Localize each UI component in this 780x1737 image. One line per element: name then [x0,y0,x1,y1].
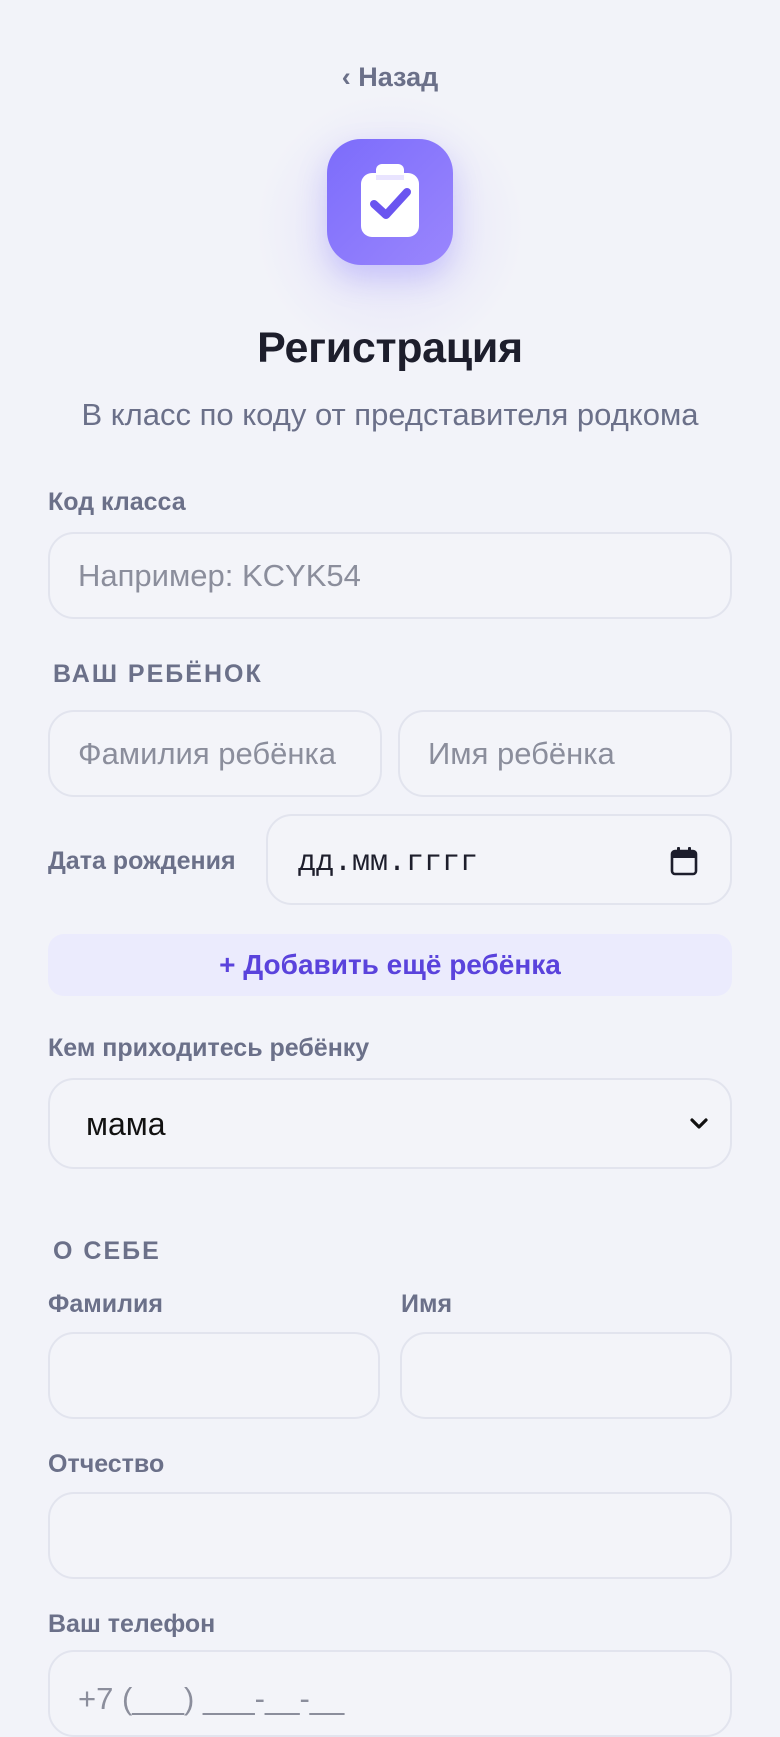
calendar-icon[interactable] [670,846,698,876]
class-code-label: Код класса [48,488,186,516]
last-name-label: Фамилия [48,1290,163,1318]
relation-select[interactable]: мама [48,1078,732,1169]
phone-input[interactable] [48,1650,732,1737]
birth-date-label: Дата рождения [48,847,236,875]
page-title: Регистрация [257,324,523,372]
add-child-button[interactable]: + Добавить ещё ребёнка [48,934,732,996]
phone-label: Ваш телефон [48,1610,216,1638]
class-code-input[interactable] [48,532,732,619]
birth-date-input[interactable]: дд.мм.гггг [266,814,732,905]
first-name-label: Имя [401,1290,453,1318]
birth-date-value: дд.мм.гггг [298,846,479,880]
about-section-heading: О СЕБЕ [53,1237,161,1265]
app-logo [327,139,453,265]
relation-selected-value: мама [86,1106,166,1142]
child-section-heading: ВАШ РЕБЁНОК [53,660,263,688]
back-link[interactable]: ‹ Назад [48,62,732,93]
last-name-input[interactable] [48,1332,380,1419]
chevron-down-icon [690,1118,708,1129]
middle-name-label: Отчество [48,1450,165,1478]
clipboard-check-icon [361,164,419,237]
child-last-name-input[interactable] [48,710,382,797]
relation-label: Кем приходитесь ребёнку [48,1034,370,1062]
child-first-name-input[interactable] [398,710,732,797]
first-name-input[interactable] [400,1332,732,1419]
page-subtitle: В класс по коду от представителя родкома [81,397,699,432]
middle-name-input[interactable] [48,1492,732,1579]
